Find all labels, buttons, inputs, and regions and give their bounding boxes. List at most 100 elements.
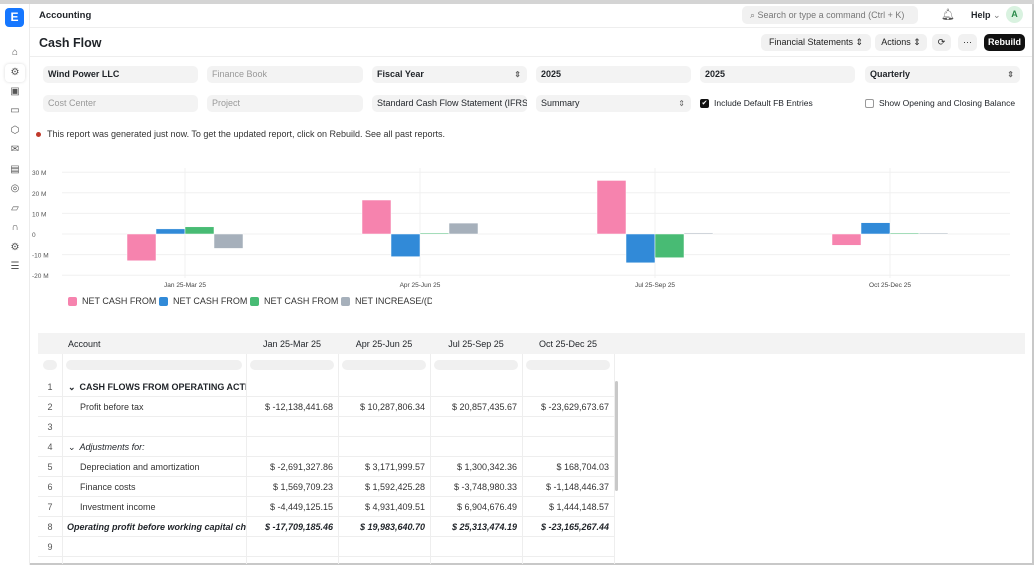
search-bar[interactable]: ⌕ Search or type a command (Ctrl + K) xyxy=(742,6,918,24)
finance-book-field[interactable]: Finance Book xyxy=(207,66,363,83)
column-filter-input[interactable] xyxy=(434,360,518,370)
legend-item[interactable]: NET CASH FROM O... xyxy=(68,296,159,306)
column-filter-input[interactable] xyxy=(43,360,57,370)
scrollbar-thumb[interactable] xyxy=(615,381,618,491)
column-filter-input[interactable] xyxy=(526,360,610,370)
updown-icon: ⇕ xyxy=(678,99,685,108)
table-row[interactable]: 9 xyxy=(38,537,614,557)
bar-4-4 xyxy=(918,232,949,235)
report-template-field[interactable]: Standard Cash Flow Statement (IFRS) xyxy=(372,95,527,112)
card-icon[interactable]: ▭ xyxy=(7,103,23,119)
account-cell: Operating profit before working capital … xyxy=(62,517,246,537)
server-icon[interactable]: ☰ xyxy=(7,259,23,275)
top-header: Accounting ⌕ Search or type a command (C… xyxy=(30,4,1032,28)
column-header[interactable]: Account xyxy=(62,334,246,354)
from-year-field[interactable]: 2025 xyxy=(536,66,691,83)
amount-cell: $ 1,592,425.28 xyxy=(364,482,425,492)
amount-cell xyxy=(522,377,614,397)
table-row[interactable]: 6 Finance costs $ 1,569,709.23 $ 1,592,425.… xyxy=(38,477,614,497)
table-row[interactable]: 5 Depreciation and amortization $ -2,691,3… xyxy=(38,457,614,477)
briefcase-icon[interactable]: ▣ xyxy=(7,83,23,99)
bar-1-1 xyxy=(126,233,157,262)
inbox-icon[interactable]: ✉ xyxy=(7,142,23,158)
table-row[interactable]: 3 xyxy=(38,417,614,437)
amount-cell: $ -4,449,125.15 xyxy=(269,502,333,512)
accounting-icon[interactable]: ⚙ xyxy=(5,63,25,82)
package-icon[interactable]: ⬡ xyxy=(7,122,23,138)
project-field[interactable]: Project xyxy=(207,95,363,112)
help-menu[interactable]: Help ⌄ xyxy=(971,10,1001,21)
amount-cell: $ 3,171,999.57 xyxy=(364,462,425,472)
legend-item[interactable]: NET INCREASE/(D... xyxy=(341,296,432,306)
row-number: 4 xyxy=(47,442,53,452)
page-title: Cash Flow xyxy=(39,36,102,50)
badge-icon[interactable]: ◎ xyxy=(7,181,23,197)
updown-icon: ⇕ xyxy=(913,37,921,47)
amount-cell xyxy=(430,437,522,457)
periodicity-select[interactable]: Quarterly ⇕ xyxy=(865,66,1020,83)
actions-button[interactable]: Actions ⇕ xyxy=(875,34,927,51)
amount-cell: $ -1,148,446.37 xyxy=(545,482,609,492)
view-select[interactable]: Summary ⇕ xyxy=(536,95,691,112)
column-header[interactable]: Apr 25-Jun 25 xyxy=(338,334,430,354)
column-filter-input[interactable] xyxy=(250,360,334,370)
show-opening-closing-checkbox[interactable]: Show Opening and Closing Balance xyxy=(865,98,1015,108)
chevron-down-icon[interactable]: ⌄ xyxy=(68,442,76,452)
legend-label: NET CASH FROM F... xyxy=(264,296,341,306)
account-cell xyxy=(62,417,246,437)
status-dot-icon xyxy=(36,132,41,138)
rebuild-button[interactable]: Rebuild xyxy=(984,34,1025,51)
legend-label: NET INCREASE/(D... xyxy=(355,296,432,306)
amount-cell xyxy=(246,537,338,557)
refresh-button[interactable]: ⟳ xyxy=(932,34,951,51)
table-row[interactable]: 8 Operating profit before working capital… xyxy=(38,517,614,537)
row-number: 7 xyxy=(47,502,53,512)
account-cell xyxy=(62,537,246,557)
more-button[interactable]: ··· xyxy=(958,34,977,51)
legend-item[interactable]: NET CASH FROM I... xyxy=(159,296,250,306)
table-row[interactable]: 4 ⌄ Adjustments for: xyxy=(38,437,614,457)
table-scrollbar[interactable] xyxy=(614,375,619,565)
x-tick-label: Apr 25-Jun 25 xyxy=(400,282,441,289)
x-tick-label: Jul 25-Sep 25 xyxy=(635,282,675,289)
updown-icon: ⇕ xyxy=(514,70,521,79)
avatar[interactable]: A xyxy=(1006,6,1023,23)
row-number: 6 xyxy=(47,482,53,492)
table-row[interactable]: 2 Profit before tax $ -12,138,441.68 $ 10,2… xyxy=(38,397,614,417)
legend-item[interactable]: NET CASH FROM F... xyxy=(250,296,341,306)
home-icon[interactable]: ⌂ xyxy=(7,44,23,60)
column-filter-input[interactable] xyxy=(342,360,426,370)
view-value: Summary xyxy=(541,98,580,108)
table-row[interactable]: 7 Investment income $ -4,449,125.15 $ 4,931… xyxy=(38,497,614,517)
include-default-fb-checkbox[interactable]: ✔ Include Default FB Entries xyxy=(700,98,813,108)
column-filter-input[interactable] xyxy=(66,360,242,370)
bar-2-2 xyxy=(390,233,421,257)
building-icon[interactable]: ▤ xyxy=(7,161,23,177)
bar-1-4 xyxy=(831,233,862,246)
folder-icon[interactable]: ▱ xyxy=(7,200,23,216)
app-title[interactable]: Accounting xyxy=(39,10,91,21)
report-notice: This report was generated just now. To g… xyxy=(36,129,445,139)
cost-center-field[interactable]: Cost Center xyxy=(43,95,198,112)
company-field[interactable]: Wind Power LLC xyxy=(43,66,198,83)
amount-cell xyxy=(338,417,430,437)
column-header[interactable]: Jul 25-Sep 25 xyxy=(430,334,522,354)
y-tick-label: 30 M xyxy=(32,170,46,177)
bell-icon[interactable]: 🔔︎ xyxy=(941,8,955,21)
show-opening-closing-label: Show Opening and Closing Balance xyxy=(879,98,1016,108)
table-row[interactable]: 1 ⌄CASH FLOWS FROM OPERATING ACTIVITIES xyxy=(38,377,614,397)
column-header[interactable]: Oct 25-Dec 25 xyxy=(522,334,614,354)
financial-statements-button[interactable]: Financial Statements ⇕ xyxy=(761,34,871,51)
column-header[interactable]: Jan 25-Mar 25 xyxy=(246,334,338,354)
row-number: 8 xyxy=(47,522,53,532)
y-tick-label: 0 xyxy=(32,232,36,239)
settings-icon[interactable]: ⚙ xyxy=(7,239,23,255)
chevron-down-icon[interactable]: ⌄ xyxy=(68,382,76,392)
row-number: 1 xyxy=(47,382,53,392)
to-year-field[interactable]: 2025 xyxy=(700,66,855,83)
bar-4-1 xyxy=(213,233,244,249)
period-basis-select[interactable]: Fiscal Year ⇕ xyxy=(372,66,527,83)
app-logo[interactable]: E xyxy=(5,8,24,27)
headset-icon[interactable]: ∩ xyxy=(7,220,23,236)
bar-3-1 xyxy=(184,226,215,235)
